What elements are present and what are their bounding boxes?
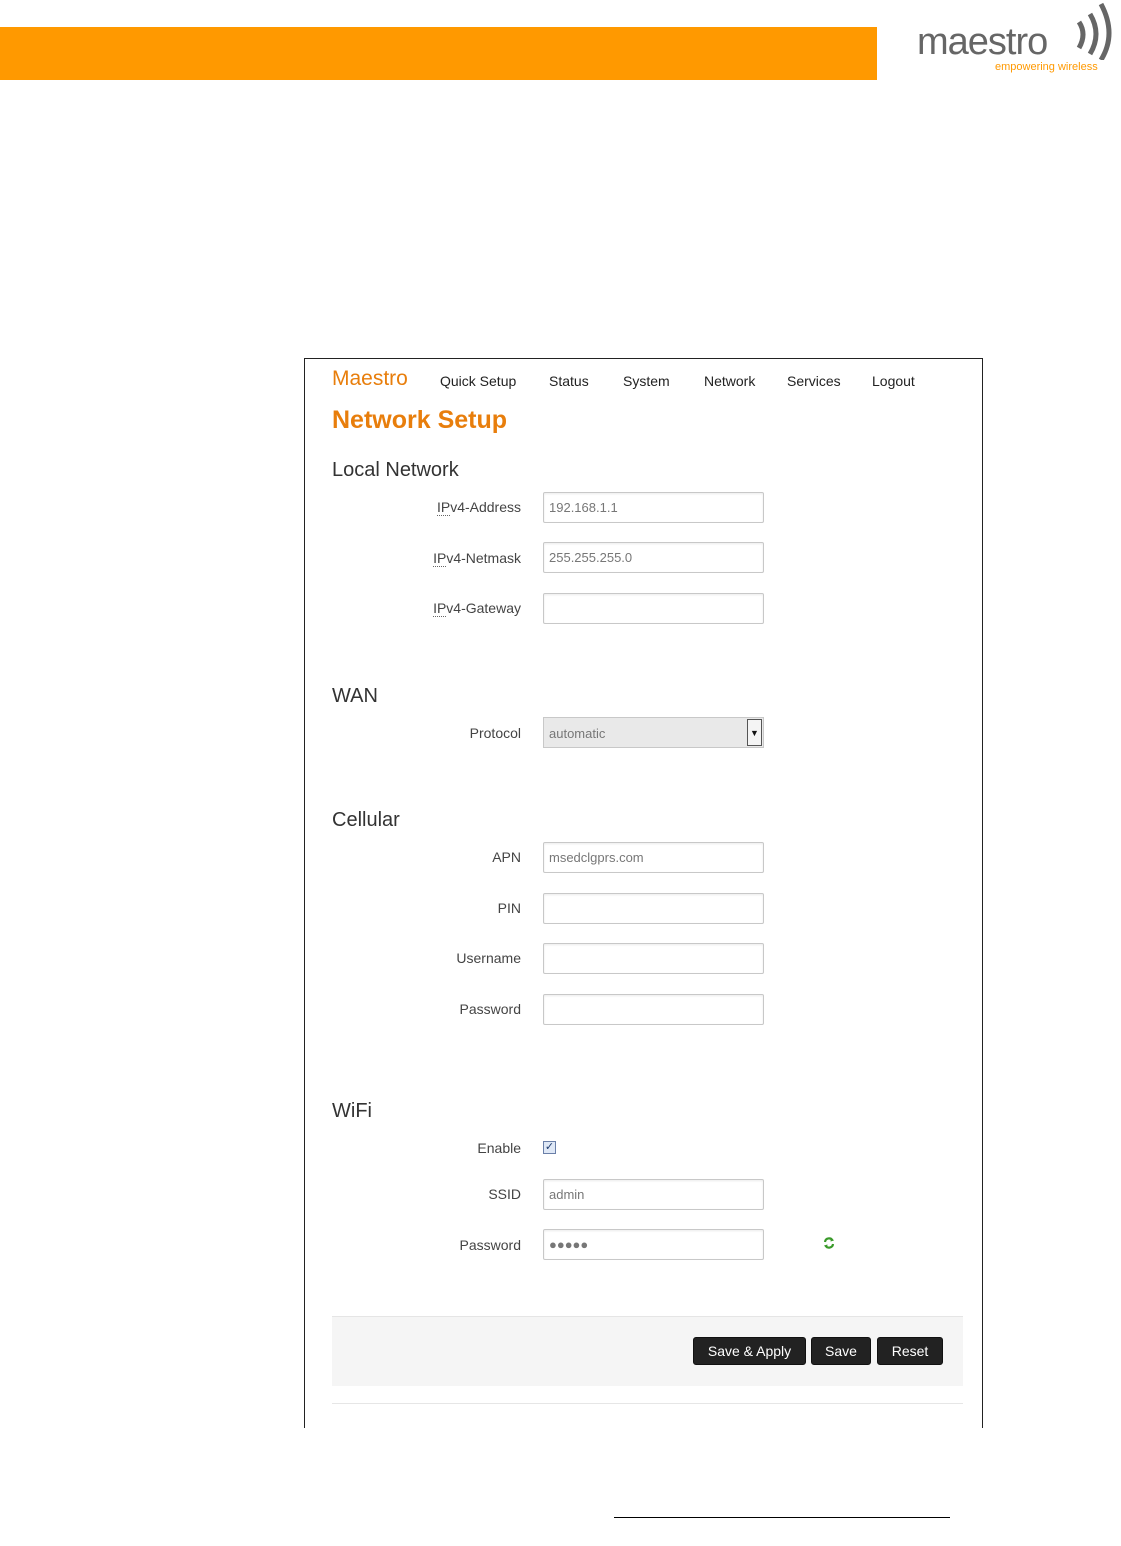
apn-label: APN [492, 849, 521, 865]
section-cellular: Cellular [332, 809, 400, 831]
save-apply-button[interactable]: Save & Apply [693, 1337, 806, 1365]
protocol-selected-value: automatic [549, 726, 606, 741]
ssid-label: SSID [488, 1186, 521, 1202]
cellular-password-label: Password [459, 1001, 521, 1017]
ipv4-gateway-label: IPv4-Gateway [433, 600, 521, 617]
apn-field[interactable] [543, 842, 764, 873]
pin-field[interactable] [543, 893, 764, 924]
header-orange-bar [0, 27, 877, 80]
cellular-password-field[interactable] [543, 994, 764, 1025]
ipv4-address-label-text: v4-Address [450, 499, 521, 515]
nav-system[interactable]: System [623, 373, 670, 389]
chevron-down-icon[interactable]: ▼ [747, 719, 762, 746]
maestro-logo: maestro empowering wireless [913, 0, 1121, 80]
ipv4-gateway-field[interactable] [543, 593, 764, 624]
reveal-password-icon[interactable] [822, 1236, 836, 1250]
username-label: Username [456, 950, 521, 966]
reset-button[interactable]: Reset [877, 1337, 943, 1365]
nav-services[interactable]: Services [787, 373, 841, 389]
section-wifi: WiFi [332, 1100, 372, 1122]
page-title: Network Setup [332, 406, 508, 434]
logo-wordmark: maestro [917, 21, 1048, 63]
section-wan: WAN [332, 685, 378, 707]
ipv4-address-label: IPv4-Address [436, 499, 521, 516]
protocol-label: Protocol [469, 725, 521, 741]
ipv4-netmask-field[interactable] [543, 542, 764, 573]
wifi-password-label: Password [459, 1237, 521, 1253]
signal-waves-icon [1076, 2, 1112, 60]
divider [332, 1403, 963, 1404]
ip-abbr: IP [433, 550, 447, 567]
save-button[interactable]: Save [811, 1337, 871, 1365]
ipv4-netmask-label: IPv4-Netmask [433, 550, 521, 567]
wifi-password-field[interactable] [543, 1229, 764, 1260]
logo-tagline: empowering wireless [995, 61, 1098, 73]
app-brand[interactable]: Maestro [332, 367, 408, 391]
nav-logout[interactable]: Logout [872, 373, 915, 389]
username-field[interactable] [543, 943, 764, 974]
ipv4-address-field[interactable] [543, 492, 764, 523]
ip-abbr: IP [436, 499, 451, 516]
nav-network[interactable]: Network [704, 373, 755, 389]
section-local-network: Local Network [332, 459, 459, 481]
nav-quick-setup[interactable]: Quick Setup [440, 373, 516, 389]
form-actions-bar: Save & Apply Save Reset [332, 1316, 963, 1386]
ipv4-gateway-label-text: v4-Gateway [446, 600, 521, 616]
protocol-select[interactable]: automatic ▼ [543, 717, 764, 748]
pin-label: PIN [497, 900, 521, 916]
nav-status[interactable]: Status [549, 373, 589, 389]
wifi-enable-label: Enable [477, 1140, 521, 1156]
footer-rule [614, 1517, 950, 1518]
ipv4-netmask-label-text: v4-Netmask [446, 550, 521, 566]
router-web-ui: Maestro Quick Setup Status System Networ… [304, 358, 983, 1428]
ssid-field[interactable] [543, 1179, 764, 1210]
wifi-enable-checkbox[interactable]: ✓ [543, 1141, 556, 1154]
ip-abbr: IP [433, 600, 447, 617]
